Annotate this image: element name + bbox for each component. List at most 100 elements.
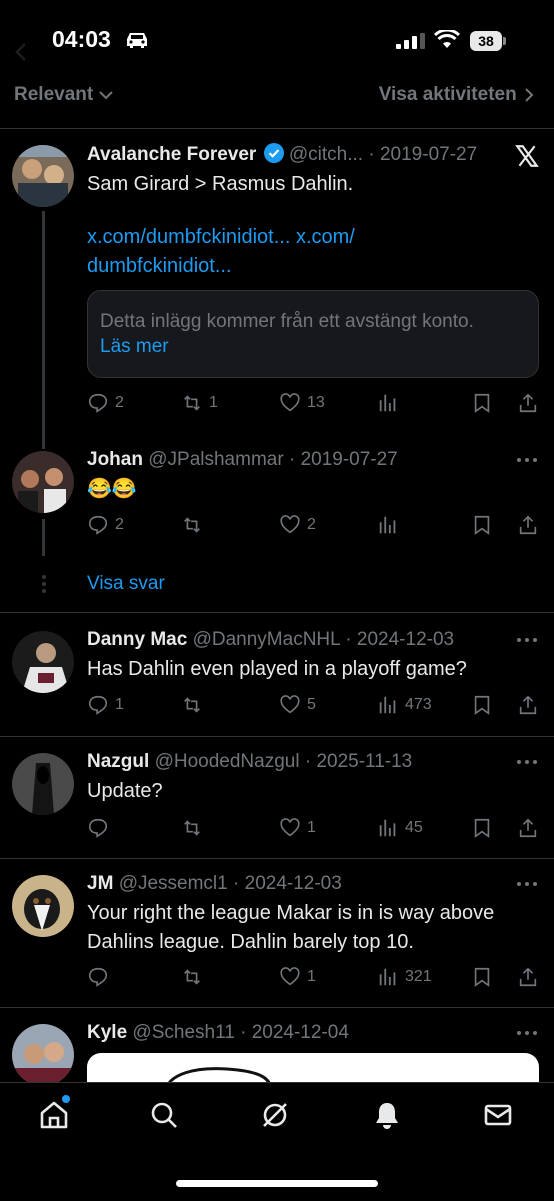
avatar[interactable] xyxy=(12,875,74,937)
thread-line xyxy=(42,519,45,556)
tweet-2[interactable]: Johan @JPalshammar · 2019-07-27 😂😂 2 2 xyxy=(0,439,554,556)
bookmark-button[interactable] xyxy=(471,391,499,415)
reply-button[interactable]: 2 xyxy=(87,391,124,415)
display-name[interactable]: Danny Mac xyxy=(87,629,187,650)
avatar[interactable] xyxy=(12,451,74,513)
like-button[interactable]: 13 xyxy=(279,391,325,415)
wifi-icon xyxy=(434,30,460,48)
tab-search[interactable] xyxy=(148,1099,184,1135)
more-options-icon[interactable] xyxy=(516,457,538,463)
bookmark-icon xyxy=(474,393,490,413)
heart-icon xyxy=(280,967,300,986)
views-icon xyxy=(379,696,396,714)
date: 2019-07-27 xyxy=(300,449,398,470)
more-options-icon[interactable] xyxy=(516,881,538,887)
avatar[interactable] xyxy=(12,753,74,815)
separator: · xyxy=(345,629,352,650)
repost-button[interactable]: 1 xyxy=(181,391,218,415)
bookmark-button[interactable] xyxy=(471,693,499,717)
views-button[interactable] xyxy=(377,391,405,415)
avatar[interactable] xyxy=(12,1024,74,1086)
more-options-icon[interactable] xyxy=(516,759,538,765)
tweet-5[interactable]: JM @Jessemcl1 · 2024-12-03 Your right th… xyxy=(0,859,554,1008)
search-icon xyxy=(151,1102,177,1128)
display-name[interactable]: Avalanche Forever xyxy=(87,144,256,165)
views-button[interactable] xyxy=(377,513,405,537)
bookmark-button[interactable] xyxy=(471,513,499,537)
view-activity-link[interactable]: Visa aktiviteten xyxy=(379,84,536,106)
chevron-down-icon xyxy=(99,91,114,100)
views-button[interactable]: 45 xyxy=(377,816,423,840)
avatar[interactable] xyxy=(12,631,74,693)
more-options-icon[interactable] xyxy=(516,1030,538,1036)
display-name[interactable]: Johan xyxy=(87,449,143,470)
tweet-1[interactable]: Avalanche Forever @citch... · 2019-07-27… xyxy=(0,129,554,439)
heart-icon xyxy=(280,393,300,412)
views-icon xyxy=(379,968,396,986)
repost-button[interactable] xyxy=(181,816,209,840)
repost-button[interactable] xyxy=(181,965,209,989)
bookmark-button[interactable] xyxy=(471,816,499,840)
home-indicator[interactable] xyxy=(176,1180,378,1187)
display-name[interactable]: JM xyxy=(87,873,113,894)
tab-home[interactable] xyxy=(38,1099,74,1135)
back-arrow-icon[interactable] xyxy=(14,42,28,62)
share-button[interactable] xyxy=(517,513,545,537)
views-icon xyxy=(379,516,396,534)
repost-button[interactable] xyxy=(181,513,209,537)
handle[interactable]: @JPalshammar xyxy=(148,449,283,470)
grok-icon xyxy=(263,1103,287,1127)
bookmark-button[interactable] xyxy=(471,965,499,989)
share-button[interactable] xyxy=(517,693,545,717)
battery-level: 38 xyxy=(470,31,502,51)
display-name[interactable]: Nazgul xyxy=(87,751,149,772)
views-icon xyxy=(379,819,396,837)
share-icon xyxy=(519,967,537,987)
display-name[interactable]: Kyle xyxy=(87,1022,127,1043)
show-replies-row[interactable]: Visa svar xyxy=(0,556,554,613)
share-button[interactable] xyxy=(517,816,545,840)
tweet-text: Your right the league Makar is in is way… xyxy=(87,902,495,953)
quoted-tweet-card[interactable]: Detta inlägg kommer från ett avstängt ko… xyxy=(87,290,539,378)
like-count: 2 xyxy=(307,516,316,533)
sort-dropdown[interactable]: Relevant xyxy=(14,84,114,106)
repost-icon xyxy=(184,395,200,411)
tweet-link[interactable]: x.com/dumbfckinidiot... x.com/ dumbfckin… xyxy=(87,223,407,281)
handle[interactable]: @HoodedNazgul xyxy=(155,751,300,772)
tab-notifications[interactable] xyxy=(371,1099,407,1135)
tweet-text: Update? xyxy=(87,780,163,802)
reply-button[interactable] xyxy=(87,816,115,840)
reply-button[interactable] xyxy=(87,965,115,989)
tweet-4[interactable]: Nazgul @HoodedNazgul · 2025-11-13 Update… xyxy=(0,737,554,859)
tab-messages[interactable] xyxy=(482,1099,518,1135)
tweet-3[interactable]: Danny Mac @DannyMacNHL · 2024-12-03 Has … xyxy=(0,613,554,737)
like-button[interactable]: 1 xyxy=(279,965,316,989)
show-replies-link[interactable]: Visa svar xyxy=(87,573,165,595)
read-more-link[interactable]: Läs mer xyxy=(100,336,169,357)
like-button[interactable]: 5 xyxy=(279,693,316,717)
share-button[interactable] xyxy=(517,391,545,415)
like-button[interactable]: 1 xyxy=(279,816,316,840)
avatar[interactable] xyxy=(12,145,74,207)
reply-button[interactable]: 2 xyxy=(87,513,124,537)
repost-icon xyxy=(184,697,200,713)
handle[interactable]: @citch... xyxy=(289,144,363,165)
reply-button[interactable]: 1 xyxy=(87,693,124,717)
repost-button[interactable] xyxy=(181,693,209,717)
reply-icon xyxy=(88,967,108,987)
more-options-icon[interactable] xyxy=(516,637,538,643)
reply-count: 1 xyxy=(115,696,124,713)
share-button[interactable] xyxy=(517,965,545,989)
view-count: 321 xyxy=(405,968,432,985)
views-button[interactable]: 321 xyxy=(377,965,432,989)
share-icon xyxy=(519,818,537,838)
tab-grok[interactable] xyxy=(259,1099,295,1135)
like-button[interactable]: 2 xyxy=(279,513,316,537)
handle[interactable]: @DannyMacNHL xyxy=(193,629,340,650)
handle[interactable]: @Jessemcl1 xyxy=(119,873,228,894)
tweet-header: Kyle @Schesh11 · 2024-12-04 xyxy=(87,1022,349,1044)
tweet-header: JM @Jessemcl1 · 2024-12-03 xyxy=(87,873,342,895)
view-count: 473 xyxy=(405,696,432,713)
handle[interactable]: @Schesh11 xyxy=(132,1022,234,1043)
views-button[interactable]: 473 xyxy=(377,693,432,717)
